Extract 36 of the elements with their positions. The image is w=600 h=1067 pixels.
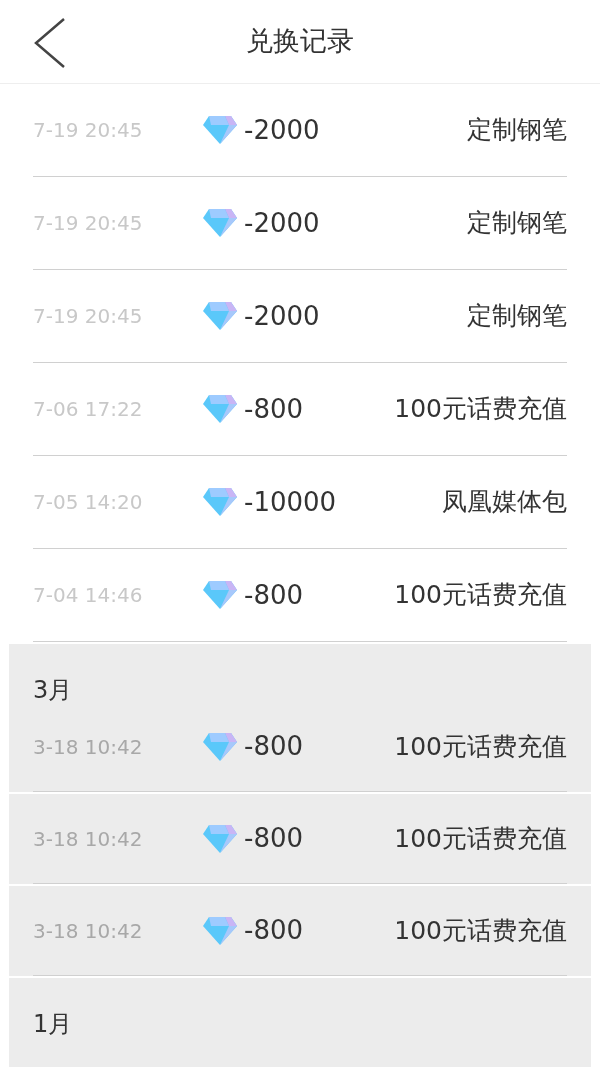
record-item: 100元话费充值: [394, 579, 567, 612]
record-amount: -800: [244, 822, 303, 855]
month-label: 1月: [33, 1011, 74, 1037]
page-title: 兑换记录: [246, 24, 354, 59]
diamond-icon: [203, 732, 237, 761]
record-item: 定制钢笔: [467, 207, 567, 240]
record-amount: -2000: [244, 113, 320, 147]
record-time: 3-18 10:42: [33, 917, 144, 945]
record-item: 定制钢笔: [467, 114, 567, 147]
diamond-icon: [203, 581, 237, 609]
record-amount: -800: [244, 392, 303, 426]
diamond-icon: [203, 302, 237, 330]
record-item: 定制钢笔: [467, 300, 567, 333]
diamond-icon: [203, 209, 237, 237]
diamond-icon: [203, 395, 237, 423]
record-time: 3-18 10:42: [33, 733, 144, 761]
record-amount: -800: [244, 730, 303, 763]
record-item: 凤凰媒体包: [442, 486, 567, 519]
record-amount: -2000: [244, 299, 320, 333]
record-item: 100元话费充值: [394, 393, 567, 426]
diamond-icon: [203, 488, 237, 516]
record-amount: -800: [244, 578, 303, 612]
diamond-icon: [203, 116, 237, 144]
record-row[interactable]: 3-18 10:42 -800 100元话费充值: [33, 794, 567, 884]
record-item: 100元话费充值: [394, 730, 567, 763]
month-label: 3月: [33, 677, 74, 703]
record-row[interactable]: 3-18 10:42 -800 100元话费充值: [33, 702, 567, 792]
diamond-icon: [203, 916, 237, 945]
record-amount: -2000: [244, 206, 320, 240]
record-amount: -800: [244, 914, 303, 947]
record-amount: -10000: [244, 485, 337, 519]
record-item: 100元话费充值: [394, 822, 567, 855]
diamond-icon: [203, 824, 237, 853]
record-item: 100元话费充值: [394, 914, 567, 947]
record-time: 3-18 10:42: [33, 825, 144, 853]
record-row[interactable]: 3-18 10:42 -800 100元话费充值: [33, 886, 567, 976]
